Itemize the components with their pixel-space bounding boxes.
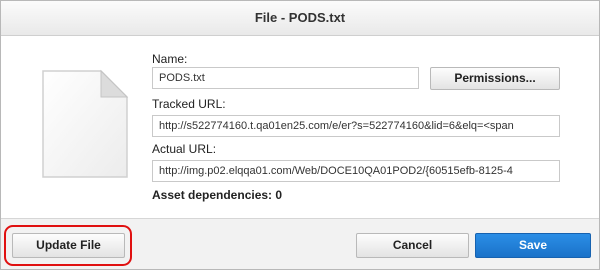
tracked-url-label: Tracked URL: [152, 97, 226, 111]
highlight-annotation [4, 225, 132, 266]
save-button[interactable]: Save [475, 233, 591, 258]
asset-dependencies-text: Asset dependencies: 0 [152, 188, 283, 202]
document-file-icon [42, 69, 129, 178]
actual-url-input[interactable]: http://img.p02.elqqa01.com/Web/DOCE10QA0… [152, 160, 560, 182]
tracked-url-input[interactable]: http://s522774160.t.qa01en25.com/e/er?s=… [152, 115, 560, 137]
actual-url-label: Actual URL: [152, 142, 217, 156]
cancel-button[interactable]: Cancel [356, 233, 469, 258]
dialog-title: File - PODS.txt [1, 1, 599, 36]
permissions-button[interactable]: Permissions... [430, 67, 560, 90]
file-dialog: File - PODS.txt Name: PODS.txt Permissio… [0, 0, 600, 270]
name-input[interactable]: PODS.txt [152, 67, 419, 89]
name-label: Name: [152, 52, 188, 66]
